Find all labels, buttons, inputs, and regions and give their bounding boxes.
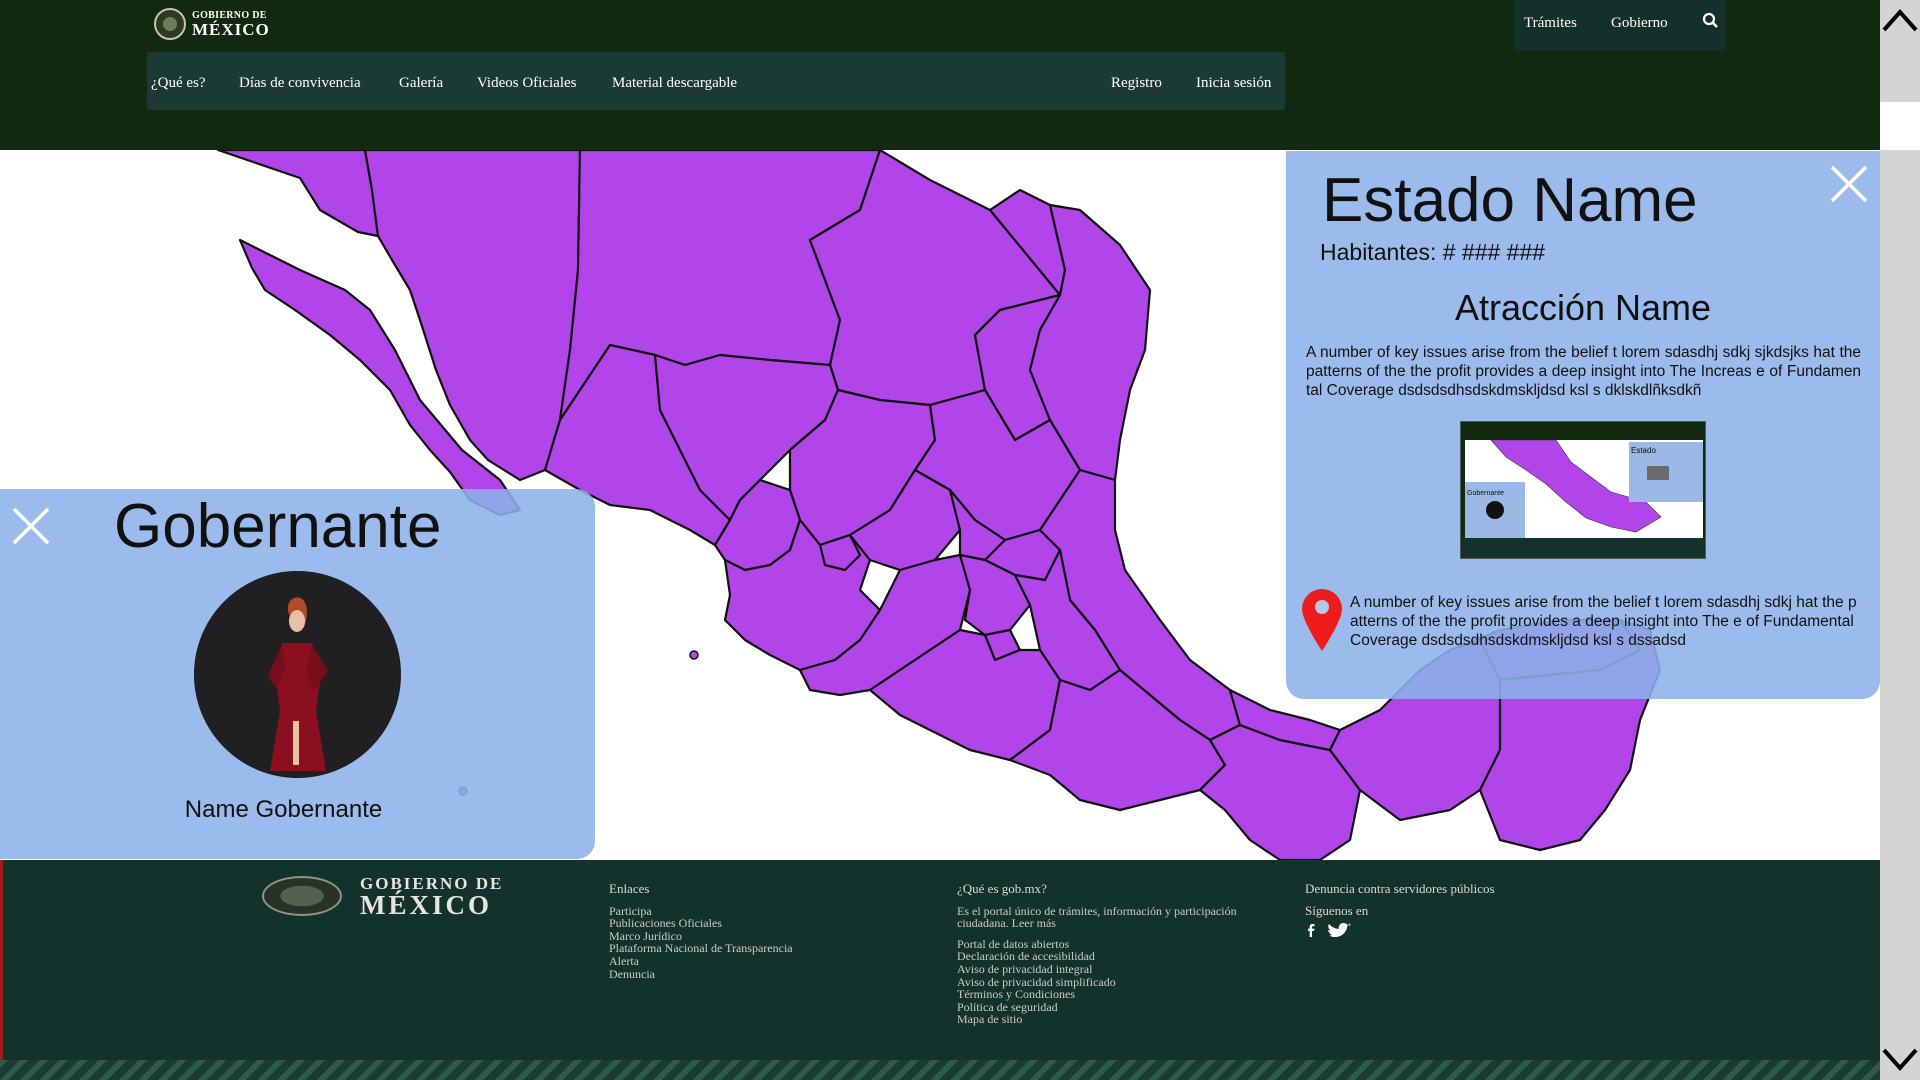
coat-of-arms-icon	[262, 876, 342, 916]
top-link-gobierno[interactable]: Gobierno	[1611, 15, 1668, 32]
footer-follow-label: Síguenos en	[1305, 902, 1369, 918]
nav-material-descargable[interactable]: Material descargable	[612, 75, 737, 92]
governor-portrait	[194, 571, 400, 777]
close-icon[interactable]	[10, 505, 52, 547]
site-header: GOBIERNO DE MÉXICO Trámites Gobierno ¿Qu…	[0, 0, 1880, 150]
attraction-thumbnail: Estado Gobernante	[1461, 422, 1705, 558]
close-icon[interactable]	[1828, 163, 1870, 205]
thumb-estado-label: Estado	[1631, 446, 1656, 455]
island-marker	[689, 650, 699, 660]
state-baja-california	[216, 150, 380, 238]
governor-title: Gobernante	[114, 492, 442, 561]
footer-about-column: ¿Qué es gob.mx? Es el portal único de tr…	[957, 881, 1257, 1026]
state-population: Habitantes: # ### ###	[1320, 239, 1546, 265]
logo-line-2: MÉXICO	[192, 19, 270, 39]
twitter-icon[interactable]	[1327, 923, 1353, 938]
footer-logo-line-2: MÉXICO	[360, 890, 492, 920]
state-title: Estado Name	[1322, 166, 1698, 235]
state-info-panel: Estado Name Habitantes: # ### ### Atracc…	[1286, 151, 1880, 699]
page-scrollbar[interactable]	[1880, 0, 1920, 1080]
facebook-icon[interactable]	[1305, 923, 1317, 938]
location-pin-icon	[1302, 589, 1342, 651]
scroll-up-icon[interactable]	[1880, 4, 1920, 44]
scrollbar-thumb[interactable]	[1880, 102, 1920, 150]
footer-pattern	[0, 1060, 1880, 1080]
footer-link[interactable]: Aviso de privacidad integral	[957, 963, 1257, 976]
top-links: Trámites Gobierno	[1514, 0, 1726, 51]
logo-line-1: GOBIERNO DE	[192, 9, 267, 21]
footer-links-heading: Enlaces	[609, 881, 650, 896]
attraction-description: A number of key issues arise from the be…	[1306, 344, 1861, 399]
footer-about-heading: ¿Qué es gob.mx?	[957, 881, 1047, 896]
nav-videos-oficiales[interactable]: Videos Oficiales	[477, 75, 577, 92]
footer-link[interactable]: Mapa de sitio	[957, 1013, 1257, 1026]
main-nav: ¿Qué es? Días de convivencia Galería Vid…	[147, 52, 1285, 110]
coat-of-arms-icon	[154, 8, 186, 40]
footer-logo[interactable]: GOBIERNO DE MÉXICO	[262, 875, 503, 920]
footer-link[interactable]: Alerta	[609, 955, 869, 968]
footer-links-column: Enlaces Participa Publicaciones Oficiale…	[609, 881, 869, 981]
footer-link[interactable]: Denuncia	[609, 967, 869, 981]
nav-que-es[interactable]: ¿Qué es?	[151, 75, 206, 92]
gobierno-logo[interactable]: GOBIERNO DE MÉXICO	[154, 8, 270, 40]
location-description: A number of key issues arise from the be…	[1350, 594, 1857, 649]
governor-panel: Gobernante Name Gobernante	[0, 489, 595, 859]
nav-galeria[interactable]: Galería	[399, 75, 443, 92]
footer-about-text: Es el portal único de trámites, informac…	[957, 903, 1237, 931]
governor-photo	[194, 571, 401, 778]
footer-link[interactable]: Términos y Condiciones	[957, 988, 1257, 1001]
footer-accent-line	[0, 860, 3, 1060]
nav-inicia-sesion[interactable]: Inicia sesión	[1196, 75, 1271, 92]
scroll-down-icon[interactable]	[1880, 1040, 1920, 1080]
footer-social-column: Denuncia contra servidores públicos Sígu…	[1305, 882, 1605, 938]
thumb-gobernante-label: Gobernante	[1467, 490, 1504, 497]
attraction-title: Atracción Name	[1454, 287, 1712, 328]
governor-name: Name Gobernante	[184, 796, 383, 823]
nav-dias-convivencia[interactable]: Días de convivencia	[239, 75, 361, 92]
search-icon[interactable]	[1702, 12, 1719, 32]
nav-registro[interactable]: Registro	[1111, 75, 1162, 92]
top-link-tramites[interactable]: Trámites	[1524, 15, 1577, 32]
footer-link[interactable]: Plataforma Nacional de Transparencia	[609, 942, 869, 955]
footer-report-link[interactable]: Denuncia contra servidores públicos	[1305, 882, 1605, 896]
state-sonora	[363, 150, 582, 482]
site-footer: GOBIERNO DE MÉXICO Enlaces Participa Pub…	[0, 860, 1880, 1080]
attraction-image[interactable]: Estado Gobernante	[1460, 421, 1706, 559]
footer-link[interactable]: Publicaciones Oficiales	[609, 917, 869, 930]
